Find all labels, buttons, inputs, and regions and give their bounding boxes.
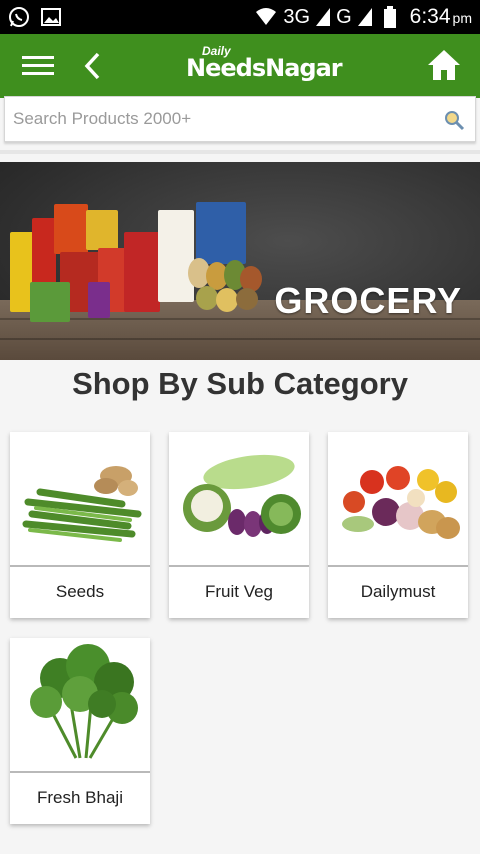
divider [0, 150, 480, 154]
subcategory-card-seeds[interactable]: Seeds [10, 432, 150, 618]
subcategory-card-dailymust[interactable]: Dailymust [328, 432, 468, 618]
search-input[interactable] [5, 99, 425, 139]
section-title: Shop By Sub Category [72, 366, 408, 401]
subcategory-label: Fresh Bhaji [37, 788, 123, 807]
subcategory-label: Fruit Veg [204, 582, 274, 601]
subcategory-card-fresh-bhaji[interactable]: Fresh Bhaji [10, 638, 150, 824]
subcategory-label: Seeds [55, 582, 105, 601]
status-time: 6:34 pm [409, 5, 472, 28]
home-button[interactable] [426, 48, 462, 84]
search-icon[interactable] [443, 109, 465, 131]
app-bar: Daily NeedsNagar [0, 34, 480, 98]
back-button[interactable] [74, 42, 110, 90]
menu-icon [22, 56, 54, 75]
network-type-2-label: G [336, 5, 352, 28]
signal-icon [316, 6, 331, 28]
subcategory-label: Dailymust [360, 582, 436, 601]
menu-button[interactable] [14, 42, 62, 90]
search-bar [4, 96, 476, 142]
network-type-label: 3G [283, 5, 311, 28]
wifi-icon [255, 6, 277, 28]
subcategory-card-fruit-veg[interactable]: Fruit Veg [169, 432, 309, 618]
whatsapp-icon [8, 6, 30, 28]
fruit-veg-image [169, 432, 309, 564]
battery-icon [383, 6, 398, 28]
status-bar: 3G G 6:34 pm [0, 0, 480, 34]
logo-main-text: NeedsNagar [186, 54, 343, 82]
back-arrow-icon [84, 52, 100, 80]
signal-2-icon [357, 6, 372, 28]
dailymust-image [328, 432, 468, 564]
fresh-bhaji-image [10, 638, 150, 770]
seeds-image [10, 432, 150, 564]
app-screen: 3G G 6:34 pm Daily NeedsNagar Search Pro… [0, 0, 480, 854]
banner-title: GROCERY [274, 280, 462, 321]
grocery-banner[interactable]: GROCERY [0, 162, 480, 360]
image-icon [40, 6, 62, 28]
home-icon [428, 50, 460, 80]
